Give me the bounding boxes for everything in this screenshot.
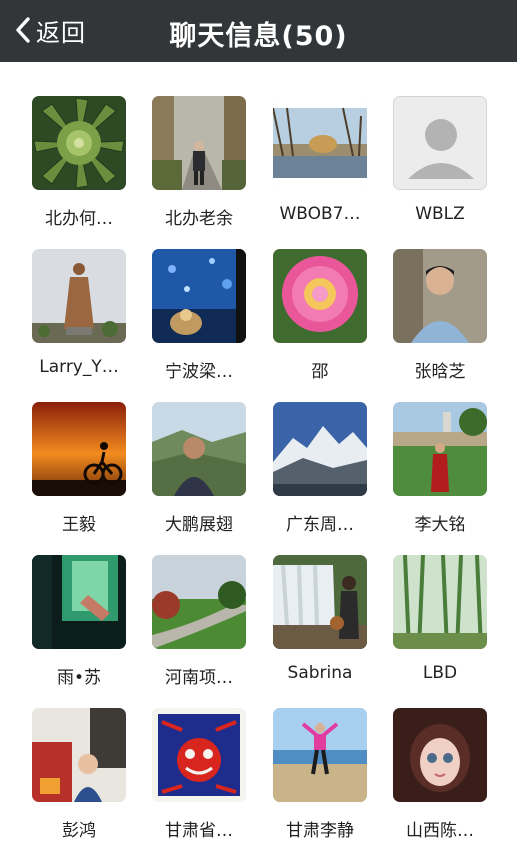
- bronze-statue-avatar: [32, 249, 126, 343]
- member-item[interactable]: 河南项…: [139, 555, 259, 705]
- member-name: 河南项…: [165, 668, 233, 688]
- member-item[interactable]: 邵: [260, 249, 380, 399]
- graduate-on-lawn-avatar: [393, 402, 487, 496]
- woman-at-waterfall-avatar: [273, 555, 367, 649]
- member-item[interactable]: Larry_Y…: [19, 249, 139, 399]
- member-name: 北办何…: [45, 209, 113, 229]
- member-item[interactable]: 张晗芝: [380, 249, 500, 399]
- succulent-plant-avatar: [32, 96, 126, 190]
- member-item[interactable]: 甘肃李静: [260, 708, 380, 858]
- member-item[interactable]: 彭鸿: [19, 708, 139, 858]
- man-portrait-avatar: [393, 249, 487, 343]
- snow-mountain-avatar: [273, 402, 367, 496]
- night-bokeh-avatar: [152, 249, 246, 343]
- member-item[interactable]: 王毅: [19, 402, 139, 552]
- member-name: 甘肃省…: [165, 821, 233, 841]
- member-name: 邵: [311, 362, 329, 382]
- member-item[interactable]: 山西陈…: [380, 708, 500, 858]
- member-name: 宁波梁…: [165, 362, 233, 382]
- member-name: WBOB7…: [279, 204, 361, 224]
- child-with-toys-avatar: [32, 708, 126, 802]
- member-name: 张晗芝: [414, 362, 466, 382]
- pink-peony-avatar: [273, 249, 367, 343]
- woman-jumping-beach-avatar: [273, 708, 367, 802]
- member-name: 大鹏展翅: [165, 515, 233, 535]
- page-title: 聊天信息(50): [169, 21, 348, 52]
- member-grid: 北办何… 北办老余 WBOB7… WBLZ Larry_Y… 宁波梁… 邵 张晗…: [0, 62, 517, 841]
- member-name: Larry_Y…: [39, 357, 119, 377]
- member-name: 广东周…: [286, 515, 354, 535]
- member-item[interactable]: 大鹏展翅: [139, 402, 259, 552]
- member-item[interactable]: 李大铭: [380, 402, 500, 552]
- member-item[interactable]: 宁波梁…: [139, 249, 259, 399]
- lakeside-trees-avatar: [273, 96, 367, 190]
- member-name: Sabrina: [287, 663, 353, 683]
- member-item[interactable]: 广东周…: [260, 402, 380, 552]
- member-item[interactable]: WBLZ: [380, 96, 500, 246]
- member-name: 彭鸿: [62, 821, 96, 841]
- green-road-landscape-avatar: [152, 555, 246, 649]
- member-item[interactable]: 北办何…: [19, 96, 139, 246]
- member-name: 李大铭: [414, 515, 466, 535]
- cyclist-sunset-avatar: [32, 402, 126, 496]
- child-in-hijab-avatar: [393, 708, 487, 802]
- member-name: 山西陈…: [406, 821, 474, 841]
- member-name: 甘肃李静: [286, 821, 354, 841]
- member-name: LBD: [422, 663, 458, 683]
- member-item[interactable]: 雨•苏: [19, 555, 139, 705]
- navigation-bar: 返回 聊天信息(50): [0, 0, 517, 62]
- man-at-great-wall-avatar: [152, 402, 246, 496]
- paper-cut-art-avatar: [152, 708, 246, 802]
- man-on-road-avatar: [152, 96, 246, 190]
- member-item[interactable]: Sabrina: [260, 555, 380, 705]
- member-name: WBLZ: [415, 204, 465, 224]
- bamboo-forest-avatar: [393, 555, 487, 649]
- member-item[interactable]: 北办老余: [139, 96, 259, 246]
- hand-on-glass-avatar: [32, 555, 126, 649]
- member-name: 雨•苏: [56, 668, 102, 688]
- member-item[interactable]: LBD: [380, 555, 500, 705]
- member-name: 北办老余: [165, 209, 233, 229]
- member-item[interactable]: WBOB7…: [260, 96, 380, 246]
- member-item[interactable]: 甘肃省…: [139, 708, 259, 858]
- member-name: 王毅: [62, 515, 96, 535]
- default-person-icon: [393, 96, 487, 190]
